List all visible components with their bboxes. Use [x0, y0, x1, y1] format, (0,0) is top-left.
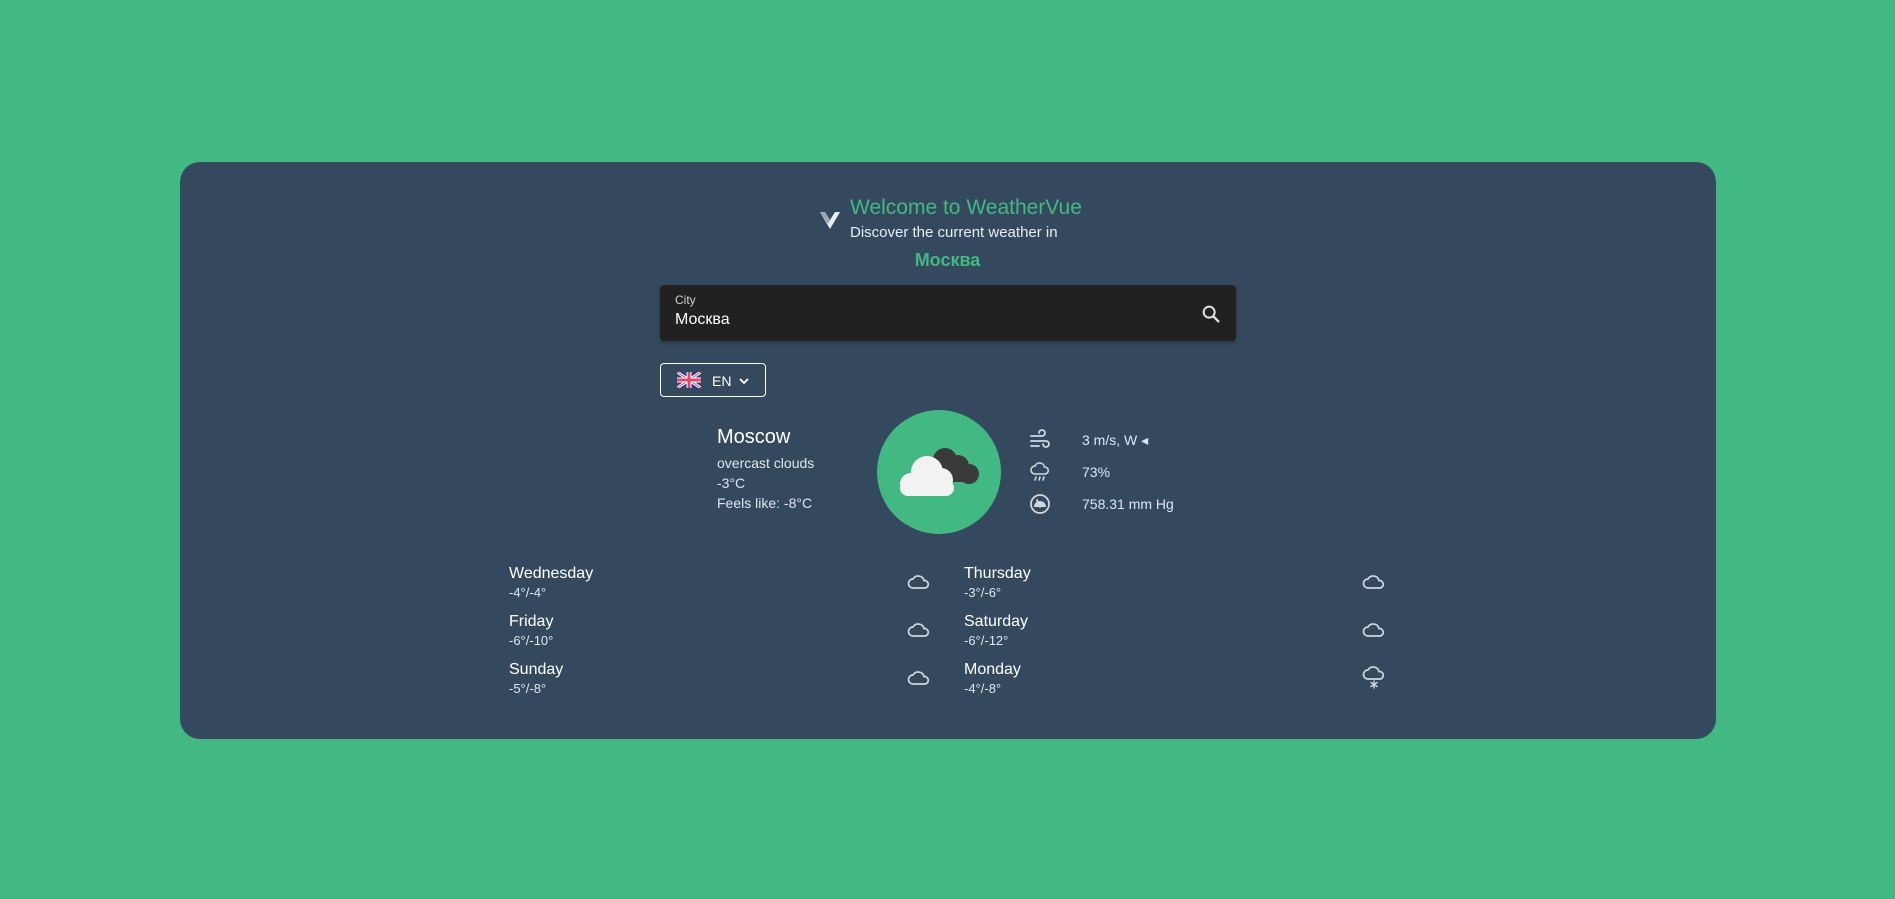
gauge-icon [1030, 494, 1050, 514]
forecast-day: Wednesday [509, 565, 594, 582]
search-icon[interactable] [1200, 303, 1222, 325]
wind-row: 3 m/s, W ◂ [1024, 426, 1274, 452]
forecast-day: Monday [964, 661, 1021, 678]
forecast-temps: -4°/-8° [964, 681, 1002, 696]
snow-cloud-icon [1362, 666, 1385, 689]
pressure-value: 758.31 mm Hg [1082, 496, 1174, 512]
forecast-day: Sunday [509, 661, 564, 678]
current-weather-summary: Moscow overcast clouds -3°C Feels like: … [717, 426, 814, 513]
current-temperature: -3°C [717, 475, 746, 491]
forecast-temps: -3°/-6° [964, 585, 1002, 600]
city-search-field[interactable]: City [660, 285, 1236, 341]
forecast-item: Saturday -6°/-12° [964, 613, 1028, 648]
forecast-day: Thursday [964, 565, 1031, 582]
app-subtitle: Discover the current weather in [850, 224, 1058, 241]
current-city: Moscow [717, 426, 791, 448]
cloud-icon [1362, 623, 1385, 637]
city-field-label: City [675, 293, 696, 307]
language-selector[interactable]: EN [660, 363, 766, 397]
humidity-value: 73% [1082, 464, 1111, 480]
rain-cloud-icon [1030, 462, 1050, 481]
humidity-row: 73% [1024, 458, 1274, 484]
chevron-down-icon [739, 378, 749, 385]
forecast-day: Saturday [964, 613, 1029, 630]
cloud-icon [907, 671, 930, 685]
forecast-temps: -6°/-10° [509, 633, 554, 648]
app-title: Welcome to WeatherVue [850, 196, 1082, 219]
current-weather-badge [877, 410, 1001, 534]
cloud-icon [907, 623, 930, 637]
forecast-day: Friday [509, 613, 554, 630]
forecast-temps: -5°/-8° [509, 681, 547, 696]
pressure-row: 758.31 mm Hg [1024, 490, 1274, 516]
city-input[interactable] [675, 311, 1175, 329]
forecast-temps: -4°/-4° [509, 585, 547, 600]
forecast-item: Thursday -3°/-6° [964, 565, 1031, 600]
forecast-item: Monday -4°/-8° [964, 661, 1021, 696]
cloud-icon [1362, 575, 1385, 589]
forecast-item: Wednesday -4°/-4° [509, 565, 593, 600]
forecast-item: Friday -6°/-10° [509, 613, 553, 648]
forecast-item: Sunday -5°/-8° [509, 661, 563, 696]
feels-like-temperature: Feels like: -8°C [717, 495, 813, 511]
uk-flag-icon [677, 372, 701, 388]
language-code: EN [712, 373, 732, 389]
cloud-icon [900, 448, 979, 496]
forecast-temps: -6°/-12° [964, 633, 1009, 648]
wind-value: 3 m/s, W ◂ [1082, 432, 1149, 448]
vue-logo-icon [820, 212, 840, 229]
wind-icon [1030, 429, 1050, 448]
selected-city-name: Москва [914, 250, 981, 270]
cloud-icon [907, 575, 930, 589]
weather-description: overcast clouds [717, 455, 815, 471]
